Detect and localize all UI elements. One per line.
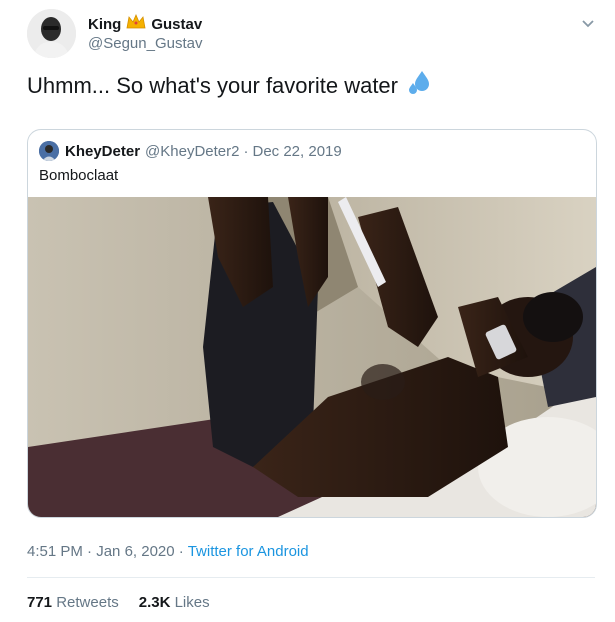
quoted-author-avatar[interactable] — [39, 141, 59, 161]
likes-stat[interactable]: 2.3K Likes — [139, 594, 210, 611]
sweat-droplets-icon — [406, 70, 432, 102]
chevron-down-icon[interactable] — [581, 16, 595, 28]
quoted-tweet-photo[interactable] — [28, 197, 596, 517]
tweet-stats: 771 Retweets 2.3K Likes — [27, 594, 210, 611]
author-display-name-suffix: Gustav — [151, 15, 203, 33]
quoted-date[interactable]: Dec 22, 2019 — [252, 143, 341, 160]
retweets-label: Retweets — [56, 594, 119, 611]
tweet-text: Uhmm... So what's your favorite water — [27, 70, 432, 102]
crown-icon — [126, 13, 146, 34]
tweet-time[interactable]: 4:51 PM — [27, 543, 83, 560]
tweet-meta: 4:51 PM · Jan 6, 2020 · Twitter for Andr… — [27, 543, 309, 560]
quoted-tweet-text: Bomboclaat — [39, 167, 119, 184]
quoted-separator: · — [243, 142, 249, 160]
author-display-name: King — [88, 15, 122, 33]
quoted-display-name[interactable]: KheyDeter — [65, 143, 140, 160]
retweets-count: 771 — [27, 594, 53, 611]
author-name[interactable]: King Gustav — [88, 13, 203, 34]
quoted-handle[interactable]: @KheyDeter2 — [145, 143, 239, 160]
meta-separator: · — [87, 543, 93, 560]
quoted-tweet-header: KheyDeter @KheyDeter2 · Dec 22, 2019 — [39, 141, 342, 161]
divider — [27, 577, 595, 578]
tweet-date[interactable]: Jan 6, 2020 — [96, 543, 174, 560]
likes-label: Likes — [174, 594, 210, 611]
tweet-body: Uhmm... So what's your favorite water — [27, 73, 398, 98]
meta-separator: · — [178, 543, 184, 560]
likes-count: 2.3K — [138, 594, 171, 611]
quoted-tweet[interactable]: KheyDeter @KheyDeter2 · Dec 22, 2019 Bom… — [27, 129, 597, 518]
tweet-card: King Gustav @Segun_Gustav Uhmm... So wha… — [0, 0, 615, 622]
tweet-source-link[interactable]: Twitter for Android — [188, 543, 309, 560]
retweets-stat[interactable]: 771 Retweets — [27, 594, 119, 611]
author-handle[interactable]: @Segun_Gustav — [88, 35, 202, 52]
author-avatar[interactable] — [27, 9, 76, 58]
